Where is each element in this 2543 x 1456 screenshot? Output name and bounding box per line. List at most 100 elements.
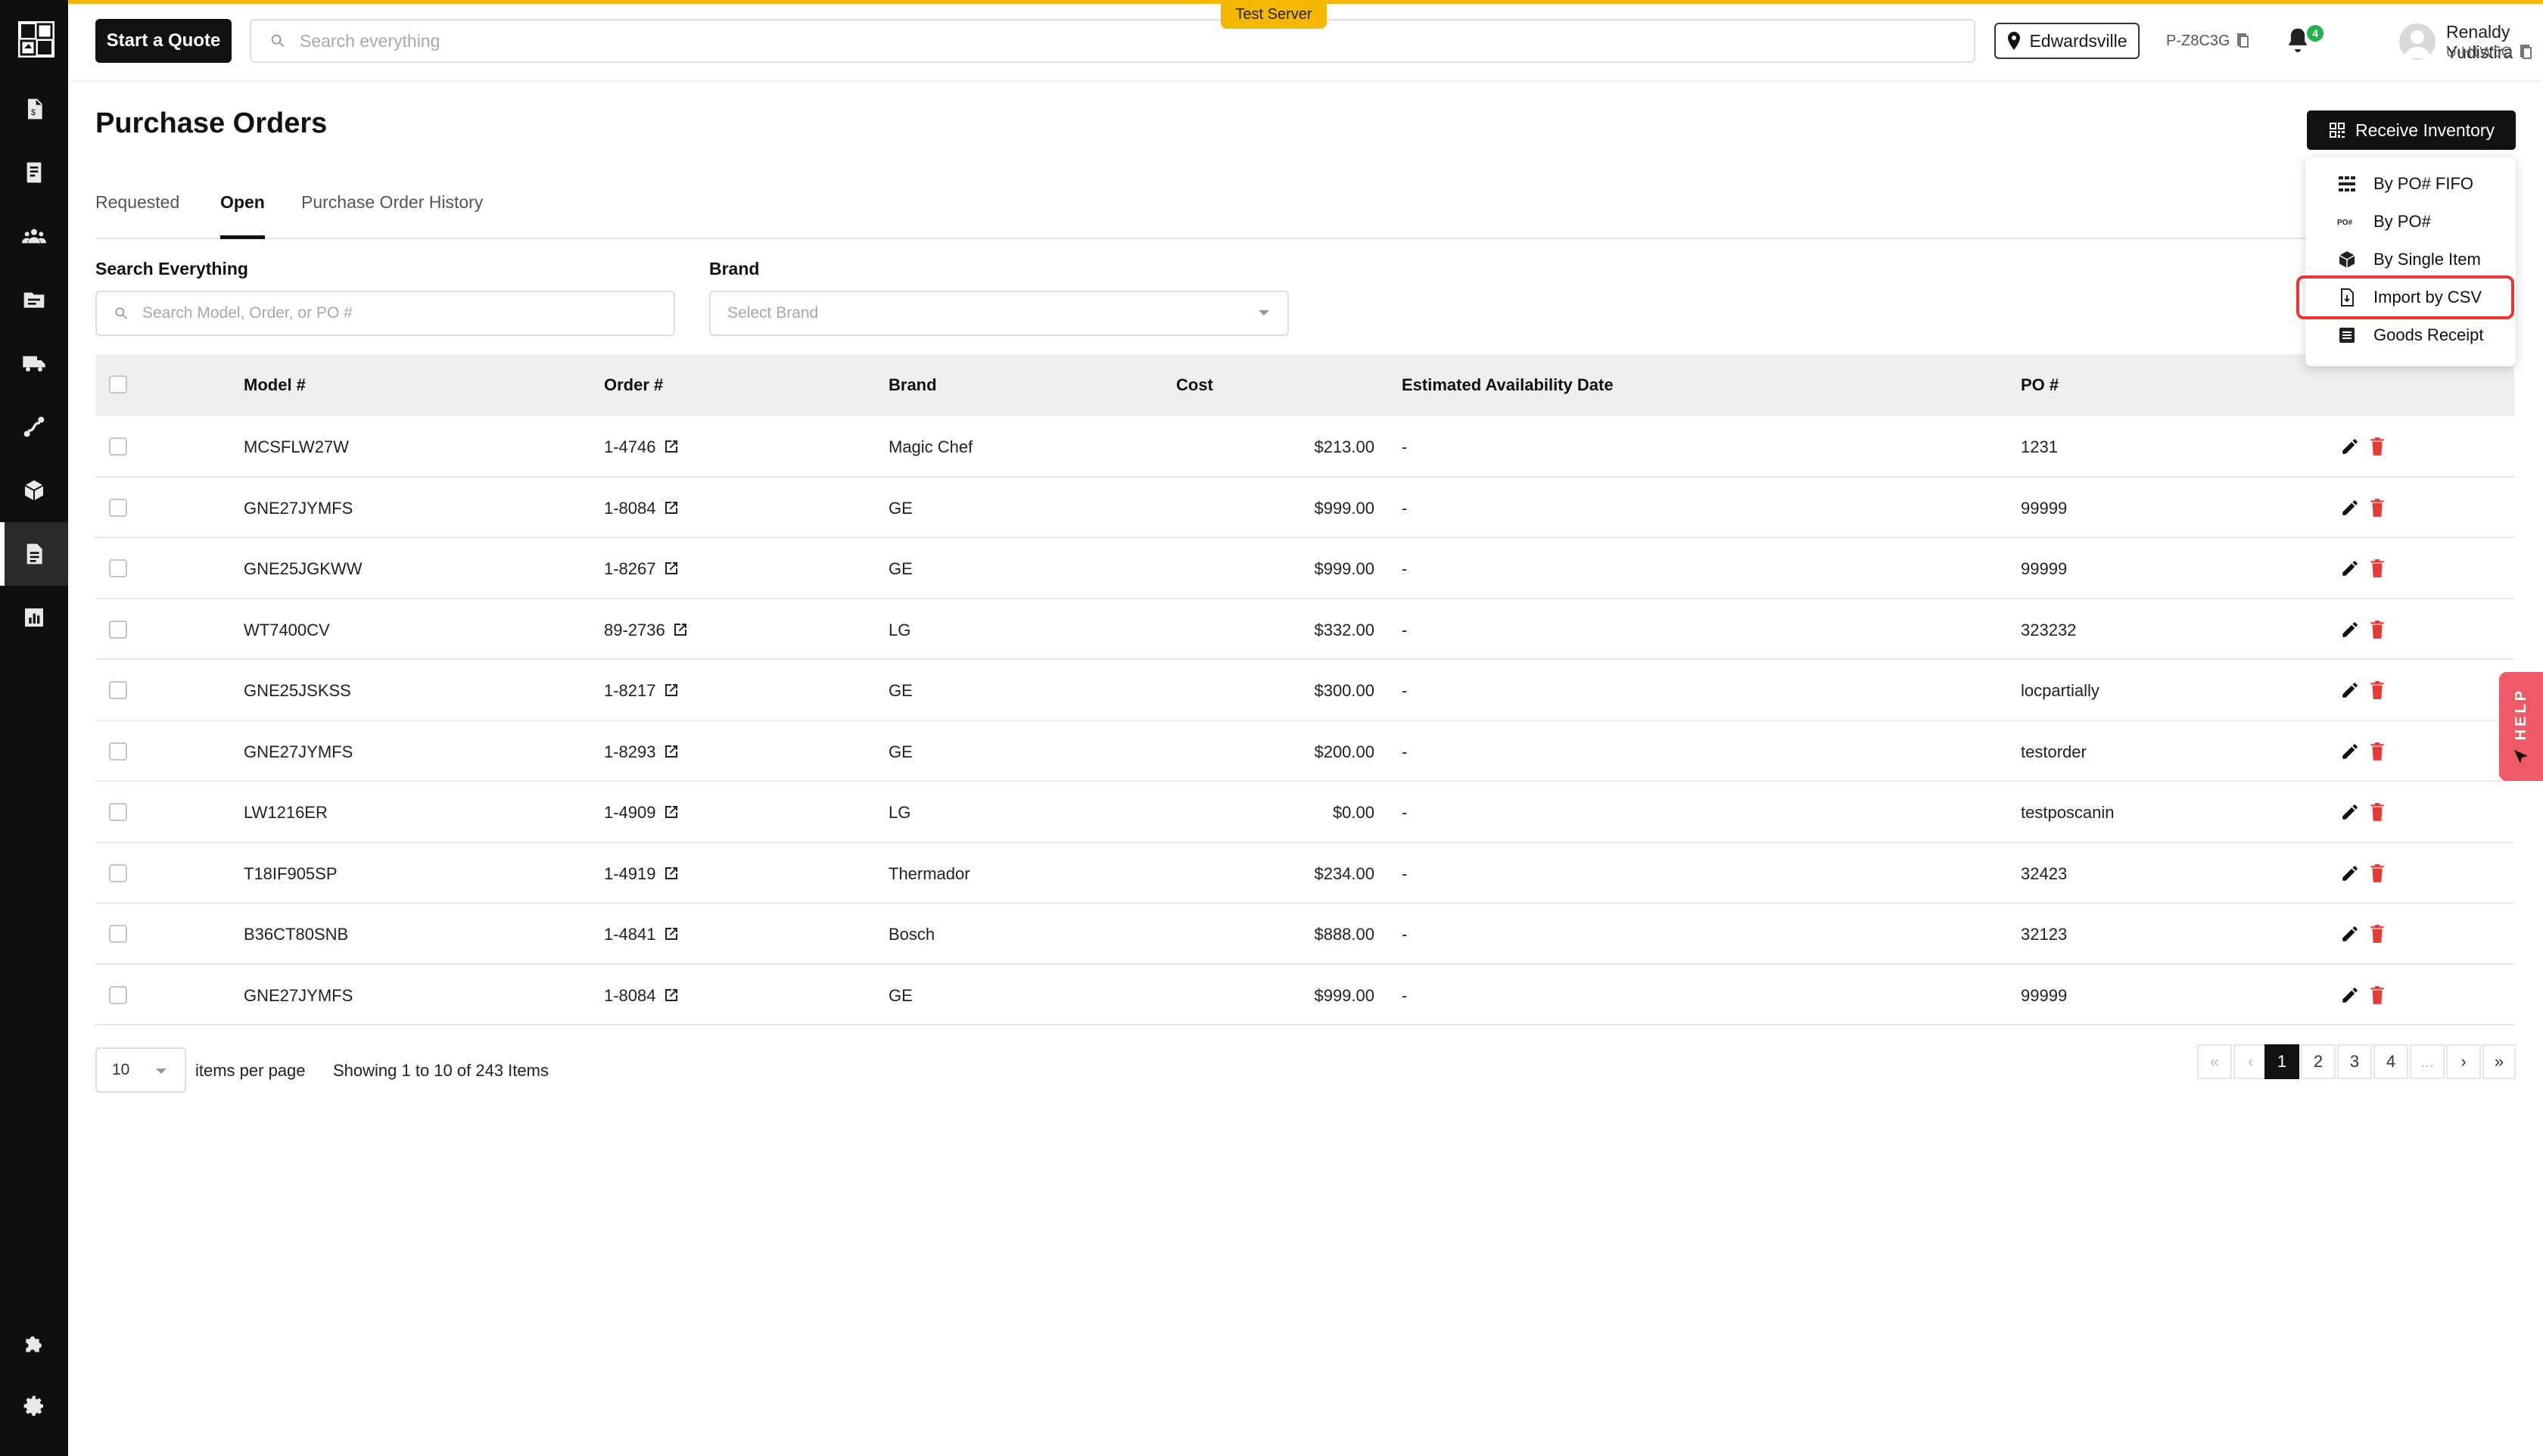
edit-icon[interactable] bbox=[2340, 680, 2360, 701]
edit-icon[interactable] bbox=[2340, 741, 2360, 762]
order-link[interactable]: 1-8084 bbox=[604, 986, 656, 1005]
row-checkbox[interactable] bbox=[109, 559, 127, 577]
sidebar-item-purchase-orders[interactable] bbox=[0, 522, 68, 586]
sidebar-item-settings[interactable] bbox=[0, 1374, 68, 1438]
trash-icon[interactable] bbox=[2367, 741, 2387, 762]
table-row[interactable]: T18IF905SP 1-4919 Thermador $234.00 - 32423 bbox=[95, 843, 2514, 904]
avatar[interactable] bbox=[2399, 23, 2436, 60]
menu-item-goods-receipt[interactable]: Goods Receipt bbox=[2305, 316, 2516, 354]
page-button-4[interactable]: 4 bbox=[2373, 1044, 2408, 1079]
sidebar-item-reports[interactable] bbox=[0, 586, 68, 649]
external-link-icon[interactable] bbox=[662, 742, 680, 761]
cell-order[interactable]: 89-2736 bbox=[604, 621, 689, 640]
table-row[interactable]: MCSFLW27W 1-4746 Magic Chef $213.00 - 1231 bbox=[95, 416, 2514, 478]
sidebar-item-inventory[interactable] bbox=[0, 459, 68, 522]
sidebar-item-customers[interactable] bbox=[0, 204, 68, 268]
order-link[interactable]: 1-8267 bbox=[604, 559, 656, 578]
edit-icon[interactable] bbox=[2340, 558, 2360, 579]
notifications-button[interactable]: 4 bbox=[2286, 25, 2324, 57]
external-link-icon[interactable] bbox=[662, 681, 680, 699]
order-link[interactable]: 1-4841 bbox=[604, 925, 656, 944]
row-checkbox[interactable] bbox=[109, 742, 127, 761]
cell-order[interactable]: 1-8267 bbox=[604, 559, 680, 579]
edit-icon[interactable] bbox=[2340, 619, 2360, 640]
menu-item-by-po[interactable]: PO# By PO# bbox=[2305, 203, 2516, 241]
tab-open[interactable]: Open bbox=[220, 192, 265, 239]
row-checkbox[interactable] bbox=[109, 803, 127, 821]
trash-icon[interactable] bbox=[2367, 923, 2387, 944]
cell-order[interactable]: 1-8084 bbox=[604, 986, 680, 1006]
page-button-1[interactable]: 1 bbox=[2264, 1044, 2299, 1079]
select-all-checkbox[interactable] bbox=[109, 375, 127, 394]
order-link[interactable]: 1-8084 bbox=[604, 499, 656, 518]
column-header-po[interactable]: PO # bbox=[2021, 375, 2059, 395]
row-checkbox[interactable] bbox=[109, 863, 127, 882]
column-header-cost[interactable]: Cost bbox=[1176, 375, 1213, 395]
prev-page-button[interactable]: ‹ bbox=[2233, 1044, 2268, 1079]
trash-icon[interactable] bbox=[2367, 436, 2387, 457]
edit-icon[interactable] bbox=[2340, 801, 2360, 823]
brand-select[interactable]: Select Brand bbox=[709, 291, 1289, 336]
last-page-button[interactable]: » bbox=[2482, 1044, 2516, 1079]
next-page-button[interactable]: › bbox=[2446, 1044, 2481, 1079]
column-header-brand[interactable]: Brand bbox=[889, 375, 937, 395]
page-size-select[interactable]: 10 bbox=[95, 1047, 186, 1093]
row-checkbox[interactable] bbox=[109, 925, 127, 943]
external-link-icon[interactable] bbox=[662, 864, 680, 882]
external-link-icon[interactable] bbox=[662, 803, 680, 821]
trash-icon[interactable] bbox=[2367, 558, 2387, 579]
page-button-3[interactable]: 3 bbox=[2337, 1044, 2372, 1079]
order-link[interactable]: 1-8217 bbox=[604, 681, 656, 700]
order-link[interactable]: 1-4919 bbox=[604, 864, 656, 883]
sidebar-item-files[interactable] bbox=[0, 268, 68, 331]
tab-requested[interactable]: Requested bbox=[95, 192, 179, 238]
trash-icon[interactable] bbox=[2367, 801, 2387, 823]
row-checkbox[interactable] bbox=[109, 985, 127, 1004]
order-link[interactable]: 1-4909 bbox=[604, 803, 656, 822]
edit-icon[interactable] bbox=[2340, 863, 2360, 884]
row-checkbox[interactable] bbox=[109, 620, 127, 639]
order-link[interactable]: 89-2736 bbox=[604, 621, 665, 639]
edit-icon[interactable] bbox=[2340, 985, 2360, 1006]
first-page-button[interactable]: « bbox=[2197, 1044, 2232, 1079]
sidebar-item-routes[interactable] bbox=[0, 395, 68, 459]
table-row[interactable]: GNE27JYMFS 1-8084 GE $999.00 - 99999 bbox=[95, 478, 2514, 538]
model-search-input[interactable]: Search Model, Order, or PO # bbox=[95, 291, 675, 336]
trash-icon[interactable] bbox=[2367, 497, 2387, 518]
column-header-eta[interactable]: Estimated Availability Date bbox=[1402, 375, 1614, 395]
cell-order[interactable]: 1-8293 bbox=[604, 742, 680, 762]
trash-icon[interactable] bbox=[2367, 985, 2387, 1006]
table-row[interactable]: B36CT80SNB 1-4841 Bosch $888.00 - 32123 bbox=[95, 904, 2514, 965]
cell-order[interactable]: 1-8084 bbox=[604, 499, 680, 518]
edit-icon[interactable] bbox=[2340, 436, 2360, 457]
external-link-icon[interactable] bbox=[662, 559, 680, 577]
help-tab[interactable]: HELP bbox=[2499, 672, 2543, 781]
copy-icon[interactable] bbox=[2236, 33, 2251, 50]
menu-item-import-by-csv[interactable]: Import by CSV bbox=[2296, 275, 2514, 319]
copy-icon[interactable] bbox=[2519, 45, 2534, 61]
external-link-icon[interactable] bbox=[662, 986, 680, 1004]
row-checkbox[interactable] bbox=[109, 437, 127, 456]
table-row[interactable]: GNE25JSKSS 1-8217 GE $300.00 - locpartially bbox=[95, 660, 2514, 721]
edit-icon[interactable] bbox=[2340, 497, 2360, 518]
trash-icon[interactable] bbox=[2367, 680, 2387, 701]
table-row[interactable]: WT7400CV 89-2736 LG $332.00 - 323232 bbox=[95, 599, 2514, 660]
menu-item-by-single-item[interactable]: By Single Item bbox=[2305, 241, 2516, 278]
cell-order[interactable]: 1-4841 bbox=[604, 925, 680, 944]
table-row[interactable]: GNE27JYMFS 1-8293 GE $200.00 - testorder bbox=[95, 721, 2514, 782]
row-checkbox[interactable] bbox=[109, 681, 127, 699]
sidebar-item-invoices[interactable]: $ bbox=[0, 77, 68, 141]
cell-order[interactable]: 1-4746 bbox=[604, 437, 680, 457]
row-checkbox[interactable] bbox=[109, 498, 127, 517]
table-row[interactable]: LW1216ER 1-4909 LG $0.00 - testposcanin bbox=[95, 782, 2514, 843]
external-link-icon[interactable] bbox=[662, 437, 680, 456]
edit-icon[interactable] bbox=[2340, 923, 2360, 944]
order-link[interactable]: 1-4746 bbox=[604, 437, 656, 456]
location-selector[interactable]: Edwardsville bbox=[1994, 23, 2140, 59]
receive-inventory-button[interactable]: Receive Inventory bbox=[2307, 110, 2516, 150]
trash-icon[interactable] bbox=[2367, 863, 2387, 884]
sidebar-item-deliveries[interactable] bbox=[0, 331, 68, 395]
external-link-icon[interactable] bbox=[662, 925, 680, 943]
global-search-input[interactable]: Search everything bbox=[250, 19, 1975, 63]
start-quote-button[interactable]: Start a Quote bbox=[95, 19, 232, 63]
